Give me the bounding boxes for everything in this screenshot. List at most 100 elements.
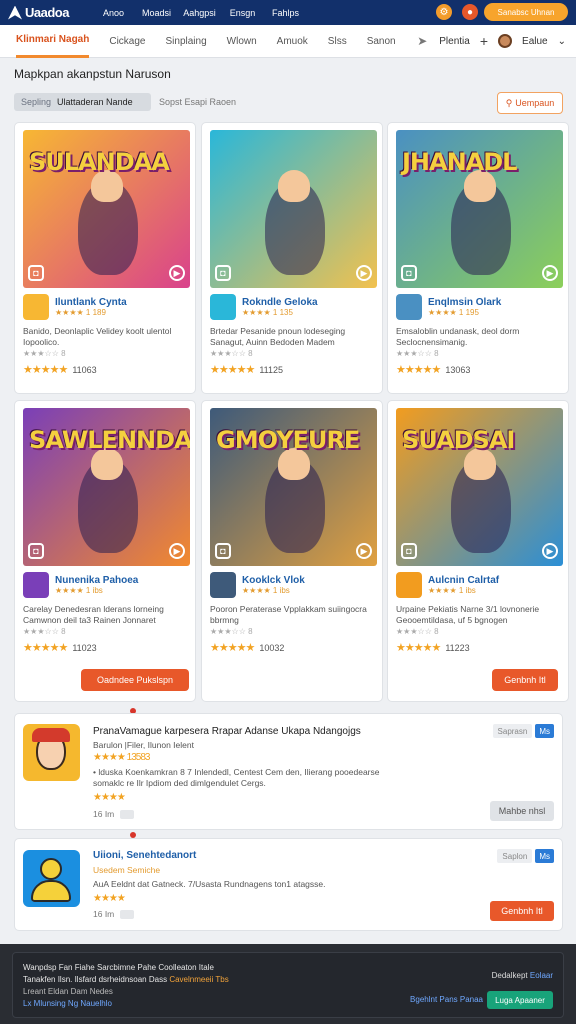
game-cover-image[interactable]: SAWLENNDA ◘ ▶ xyxy=(23,408,190,566)
footer-line: Lreant Eldan Dam Nedes xyxy=(23,987,113,996)
top-nav-item[interactable]: Ensgn xyxy=(221,8,264,18)
notification-icon[interactable]: ⚙ xyxy=(436,4,452,20)
game-sub-rating: ★★★★ 1 135 xyxy=(242,308,293,317)
top-nav-item[interactable]: Fahlps xyxy=(264,8,307,18)
gamepad-icon: ◘ xyxy=(28,543,44,559)
game-title-art: JHANADL xyxy=(402,148,517,176)
accept-button[interactable]: Luga Apaaner xyxy=(487,991,553,1009)
tab[interactable]: Cickage xyxy=(109,25,145,58)
play-icon[interactable]: ▶ xyxy=(356,543,372,559)
game-card[interactable]: SULANDAA ◘ ▶ Iluntlank Cynta ★★★★ 1 189 Ba… xyxy=(14,122,196,394)
filter-extra[interactable]: Sopst Esapi Raoen xyxy=(159,97,236,107)
play-icon[interactable]: ▶ xyxy=(542,543,558,559)
row-action-button[interactable]: Genbnh Itl xyxy=(490,901,554,921)
top-nav: Anoo Moadsi Aahgpsi Ensgn Fahlps xyxy=(92,8,307,18)
play-icon[interactable]: ▶ xyxy=(169,265,185,281)
mini-game-icon xyxy=(210,572,236,598)
star-rating: ★★★★★ xyxy=(23,364,68,376)
tab[interactable]: Slss xyxy=(328,25,347,58)
game-card[interactable]: SUADSAI ◘ ▶ Aulcnin Calrtaf ★★★★ 1 ibs Urp… xyxy=(387,400,569,702)
gamepad-icon: ◘ xyxy=(215,265,231,281)
game-small-rating: ★★★☆☆ 8 xyxy=(396,627,439,636)
row-sub: Usedem Semiche xyxy=(93,865,161,875)
game-name[interactable]: Rokndle Geloka xyxy=(242,297,318,308)
row-meta-chip xyxy=(120,909,135,919)
top-nav-item[interactable]: Aahgpsi xyxy=(178,8,221,18)
play-icon[interactable]: ▶ xyxy=(542,265,558,281)
row-title[interactable]: Uiioni, Senehtedanort xyxy=(93,850,196,861)
row-rating: ★★★★ xyxy=(93,893,126,904)
row-title[interactable]: PranaVamague karpesera Rrapar Adanse Uka… xyxy=(93,726,361,737)
logo[interactable]: Uaadoa xyxy=(8,5,78,20)
row-text: AuA Eeldnt dat Gatneck. 7/Usasta Rundnag… xyxy=(93,879,326,889)
footer-right-text: Dedalkept Eolaar xyxy=(492,971,553,980)
gamepad-icon: ◘ xyxy=(215,543,231,559)
row-rating: ★★★★ xyxy=(93,792,126,803)
profile-label[interactable]: Ealue xyxy=(522,36,548,47)
row-tag: Saplon xyxy=(497,849,533,863)
footer-right-link[interactable]: Eolaar xyxy=(530,971,553,980)
tab[interactable]: Sanon xyxy=(367,25,396,58)
game-title-art: SUADSAI xyxy=(402,426,515,454)
tab-active[interactable]: Klinmari Nagah xyxy=(16,25,90,58)
row-action-button[interactable]: Mahbe nhsl xyxy=(490,801,554,821)
gamepad-icon: ◘ xyxy=(28,265,44,281)
filter-chip-label: Sepling xyxy=(21,97,52,107)
game-small-rating: ★★★☆☆ 8 xyxy=(23,349,66,358)
game-sub-rating: ★★★★ 1 189 xyxy=(55,308,106,317)
game-card[interactable]: GMOYEURE ◘ ▶ Kooklck Vlok ★★★★ 1 ibs Pooro… xyxy=(201,400,383,702)
character-head xyxy=(278,170,310,202)
game-description: Brtedar Pesanide pnoun lodeseging Sanagu… xyxy=(210,326,346,347)
top-nav-item[interactable]: Moadsi xyxy=(135,8,178,18)
list-item[interactable]: Uiioni, Senehtedanort Usedem Semiche AuA… xyxy=(14,838,563,931)
search-button-label: Uempaun xyxy=(515,98,555,108)
game-name[interactable]: Iluntlank Cynta xyxy=(55,297,127,308)
get-button[interactable]: Genbnh Itl xyxy=(492,669,558,691)
tab[interactable]: Sinplaing xyxy=(166,25,207,58)
game-small-rating: ★★★☆☆ 8 xyxy=(396,349,439,358)
game-name[interactable]: Enqlmsin Olark xyxy=(428,297,501,308)
game-cover-image[interactable]: ◘ ▶ xyxy=(210,130,377,288)
card-meta: Enqlmsin Olark ★★★★ 1 195 Emsaloblin und… xyxy=(396,293,563,376)
game-cover-image[interactable]: SULANDAA ◘ ▶ xyxy=(23,130,190,288)
game-small-rating: ★★★☆☆ 8 xyxy=(23,627,66,636)
mini-game-icon xyxy=(23,572,49,598)
page-title: Mapkpan akanpstun Naruson xyxy=(14,67,171,81)
top-nav-item[interactable]: Anoo xyxy=(92,8,135,18)
top-cta-button[interactable]: Sanabsc Uhnan xyxy=(484,3,568,21)
footer-settings-link[interactable]: Bgehlnt Pans Panaa xyxy=(410,995,483,1004)
rating-count: 13063 xyxy=(445,364,471,375)
search-button[interactable]: ⚲ Uempaun xyxy=(497,92,563,114)
card-meta: Rokndle Geloka ★★★★ 1 135 Brtedar Pesani… xyxy=(210,293,377,376)
filter-chip[interactable]: Sepling Ulattaderan Nande xyxy=(14,93,151,111)
game-cover-image[interactable]: SUADSAI ◘ ▶ xyxy=(396,408,563,566)
game-card[interactable]: JHANADL ◘ ▶ Enqlmsin Olark ★★★★ 1 195 Emsa… xyxy=(387,122,569,394)
plus-icon[interactable]: + xyxy=(480,33,488,49)
avatar[interactable] xyxy=(498,34,513,48)
tab[interactable]: Wlown xyxy=(227,25,257,58)
play-icon[interactable]: ▶ xyxy=(169,543,185,559)
right-label[interactable]: Plentia xyxy=(439,36,470,47)
list-item[interactable]: PranaVamague karpesera Rrapar Adanse Uka… xyxy=(14,713,563,830)
chevron-down-icon[interactable]: ⌄ xyxy=(558,36,566,47)
game-card[interactable]: SAWLENNDA ◘ ▶ Nunenika Pahoea ★★★★ 1 ibs C… xyxy=(14,400,196,702)
game-description: Urpaine Pekiatis Narne 3/1 lovnonerie Ge… xyxy=(396,604,540,625)
game-name[interactable]: Aulcnin Calrtaf xyxy=(428,575,499,586)
download-button[interactable]: Oadndee Pukslspn xyxy=(81,669,189,691)
row-meta-text: 16 Im xyxy=(93,809,115,819)
game-name[interactable]: Nunenika Pahoea xyxy=(55,575,138,586)
pencil-icon[interactable]: ➤ xyxy=(417,35,429,47)
gamepad-icon: ◘ xyxy=(401,543,417,559)
footer-link[interactable]: Lx Mlunsing Ng Nauelhlo xyxy=(23,999,112,1008)
game-name[interactable]: Kooklck Vlok xyxy=(242,575,305,586)
footer-highlight[interactable]: Cavelnmeeii Tbs xyxy=(169,975,228,984)
play-icon[interactable]: ▶ xyxy=(356,265,372,281)
filter-chip-value: Ulattaderan Nande xyxy=(57,97,133,107)
gamepad-icon: ◘ xyxy=(401,265,417,281)
game-cover-image[interactable]: JHANADL ◘ ▶ xyxy=(396,130,563,288)
game-card[interactable]: ◘ ▶ Rokndle Geloka ★★★★ 1 135 Brtedar Pes… xyxy=(201,122,383,394)
tab[interactable]: Amuok xyxy=(277,25,308,58)
logo-icon xyxy=(8,5,22,20)
bell-icon[interactable]: ● xyxy=(462,4,478,20)
game-cover-image[interactable]: GMOYEURE ◘ ▶ xyxy=(210,408,377,566)
